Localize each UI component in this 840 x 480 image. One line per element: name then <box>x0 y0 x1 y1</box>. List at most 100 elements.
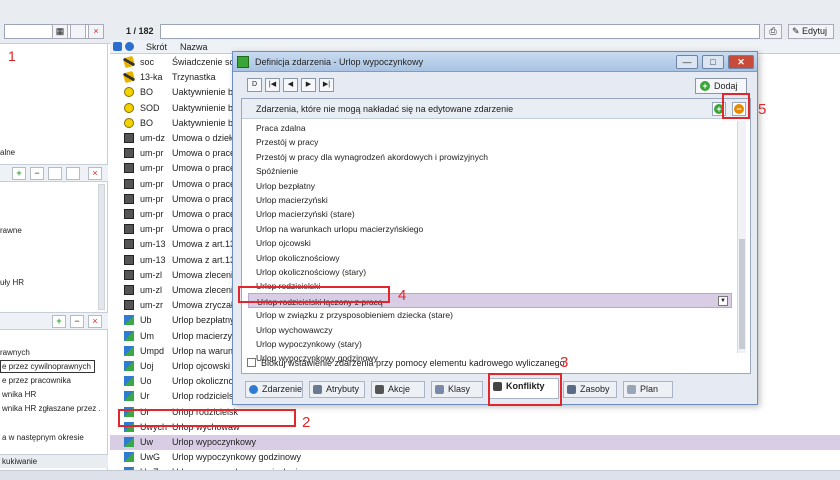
row-code: Umpd <box>140 345 165 356</box>
maximize-icon[interactable]: □ <box>702 55 724 69</box>
row-name: Umowa o pracę <box>172 209 236 219</box>
conflict-event-item[interactable]: Praca zdalna <box>248 120 732 135</box>
row-name: Umowa o pracę <box>172 193 236 204</box>
left-scrollbar-1[interactable] <box>98 184 105 310</box>
row-code: um-zr <box>140 300 163 311</box>
info-icon <box>125 42 134 51</box>
grid-icon[interactable]: ▦ <box>52 24 68 39</box>
row-code: Uoj <box>140 361 154 371</box>
app-icon <box>237 56 249 68</box>
row-code: um-pr <box>140 148 164 159</box>
left-text: uły HR <box>0 278 25 287</box>
close-icon[interactable]: × <box>88 24 104 39</box>
conflict-event-item[interactable]: Spóźnienie <box>248 163 732 178</box>
minimize-icon[interactable]: — <box>676 55 698 69</box>
conflict-event-label: Urlop okolicznościowy <box>256 252 340 263</box>
search-input[interactable] <box>160 24 760 39</box>
column-code[interactable]: Skrót <box>146 42 167 52</box>
chart-icon <box>124 391 134 402</box>
close-icon[interactable]: × <box>88 167 102 180</box>
scroll-thumb[interactable] <box>739 239 745 349</box>
conflict-event-item[interactable]: Urlop wypoczynkowy (stary) <box>248 336 732 351</box>
conflict-event-item[interactable]: Urlop macierzyński (stare) <box>248 206 732 221</box>
row-code: um-pr <box>140 178 164 189</box>
conflict-event-item[interactable]: Urlop ojcowski <box>248 235 732 250</box>
document-icon <box>124 300 134 311</box>
chart-icon <box>124 345 134 356</box>
row-name: Uaktywnienie bil <box>172 102 238 113</box>
left-pane: 1 alne + − × rawne uły HR + − × rawnych … <box>0 44 108 480</box>
conflict-event-item[interactable]: Przestój w pracy <box>248 134 732 149</box>
conflict-event-label: Urlop w związku z przysposobieniem dziec… <box>256 310 453 321</box>
row-name: Urlop rodzicielsk <box>172 391 239 402</box>
row-name: Umowa o pracę <box>172 148 236 159</box>
add-button[interactable]: + Dodaj <box>695 78 747 94</box>
conflict-event-item[interactable]: Przestój w pracy dla wynagrodzeń akordow… <box>248 149 732 164</box>
row-name: Urlop na warunk <box>172 345 238 356</box>
list-row[interactable]: UwG Urlop wypoczynkowy godzinowy <box>110 450 840 465</box>
conflict-event-item[interactable]: Urlop okolicznościowy (stary) <box>248 264 732 279</box>
conflict-event-item[interactable]: Urlop w związku z przysposobieniem dziec… <box>248 307 732 322</box>
left-toolbar-1: + − × <box>0 164 108 182</box>
nav-first-icon[interactable]: |◀ <box>265 78 280 92</box>
conflicts-panel-header: Zdarzenia, które nie mogą nakładać się n… <box>242 99 750 119</box>
left-text: e przez pracownika <box>2 376 71 385</box>
annotation-box-3 <box>488 373 562 406</box>
edit-icon[interactable] <box>66 167 80 180</box>
row-name: Umowa o pracę <box>172 163 236 174</box>
nav-last-icon[interactable]: ▶| <box>319 78 334 92</box>
warning-icon <box>124 117 134 128</box>
left-toolbar-2: + − × <box>0 312 108 330</box>
row-name: Urlop okolicznoś <box>172 376 239 387</box>
document-icon <box>124 239 134 250</box>
row-code: um-dz <box>140 133 166 143</box>
remove-icon[interactable]: − <box>30 167 44 180</box>
plus-icon: + <box>700 81 710 91</box>
row-code: um-pr <box>140 163 164 174</box>
edit-button[interactable]: ✎ Edytuj <box>788 24 834 39</box>
conflict-event-item[interactable]: Urlop na warunkach urlopu macierzyńskieg… <box>248 221 732 236</box>
tab-atrybuty[interactable]: Atrybuty <box>309 381 365 398</box>
row-code: um-pr <box>140 209 164 219</box>
conflict-event-item[interactable]: Urlop macierzyński <box>248 192 732 207</box>
conflict-event-label: Urlop macierzyński (stare) <box>256 209 355 220</box>
row-name: Uaktywnienie bil <box>172 117 238 128</box>
nav-prev-icon[interactable]: ◀ <box>283 78 298 92</box>
tab-plan[interactable]: Plan <box>623 381 673 398</box>
print-icon[interactable]: ⎙ <box>764 24 782 39</box>
column-name[interactable]: Nazwa <box>180 42 208 52</box>
close-icon[interactable]: × <box>88 315 102 328</box>
tab-zasoby[interactable]: Zasoby <box>563 381 617 398</box>
nav-new-icon[interactable]: D <box>247 78 262 92</box>
document-icon <box>124 285 134 295</box>
row-code: Ub <box>140 315 152 326</box>
close-icon[interactable]: ✕ <box>728 55 754 69</box>
conflict-event-item[interactable]: Urlop bezpłatny <box>248 178 732 193</box>
copy-icon[interactable] <box>48 167 62 180</box>
tab-zdarzenie[interactable]: Zdarzenie <box>245 381 303 398</box>
nav-next-icon[interactable]: ▶ <box>301 78 316 92</box>
conflict-event-label: Urlop okolicznościowy (stary) <box>256 267 367 277</box>
dropdown-icon[interactable]: ▼ <box>718 295 728 306</box>
dialog-titlebar[interactable]: Definicja zdarzenia - Urlop wypoczynkowy… <box>233 52 757 72</box>
conflict-event-label: Urlop bezpłatny <box>256 180 316 191</box>
block-insert-checkbox[interactable] <box>247 358 256 367</box>
row-name: Umowa o pracę <box>172 178 236 189</box>
add-icon[interactable]: + <box>12 167 26 180</box>
add-icon[interactable]: + <box>52 315 66 328</box>
conflict-event-item[interactable]: Urlop wychowawczy <box>248 322 732 337</box>
chart-icon <box>124 315 134 326</box>
row-code: 13-ka <box>140 72 163 83</box>
blank-button[interactable] <box>70 24 86 39</box>
tab-klasy[interactable]: Klasy <box>431 381 483 398</box>
remove-icon[interactable]: − <box>70 315 84 328</box>
record-count: 1 / 182 <box>126 26 154 36</box>
conflicts-scrollbar[interactable] <box>737 121 746 353</box>
tab-akcje[interactable]: Akcje <box>371 381 425 398</box>
list-row[interactable]: Uw Urlop wypoczynkowy <box>110 435 840 450</box>
row-code: Uw <box>140 437 153 447</box>
plan-icon <box>627 385 636 394</box>
conflict-event-item[interactable]: Urlop okolicznościowy <box>248 250 732 265</box>
row-code: um-13 <box>140 254 166 265</box>
document-icon <box>124 178 134 189</box>
